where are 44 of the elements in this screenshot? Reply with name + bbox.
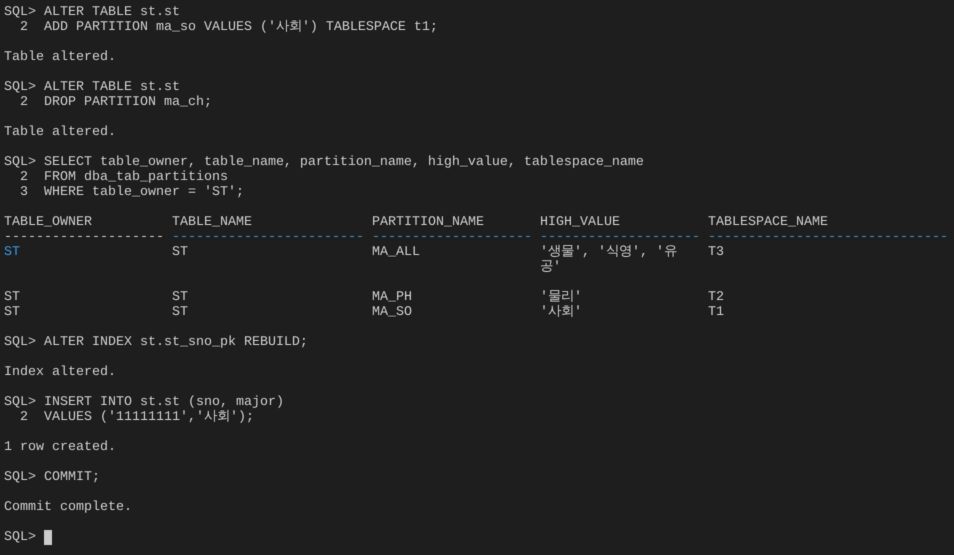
table-cell: ST: [172, 305, 188, 320]
table-cell: ST: [4, 245, 20, 260]
table-cell: ST: [172, 245, 188, 260]
table-cell: T2: [708, 290, 724, 305]
terminal-line: SQL> SELECT table_owner, table_name, partition_name, high_value, tablespace_name: [4, 155, 644, 170]
table-cell: '물리': [540, 290, 582, 305]
table-cell: 공': [540, 260, 561, 275]
column-header: HIGH_VALUE: [540, 215, 620, 230]
terminal-line: 2 DROP PARTITION ma_ch;: [18, 95, 212, 110]
terminal-line: SQL> ALTER TABLE st.st: [4, 80, 180, 95]
table-cell: ST: [4, 305, 20, 320]
terminal-line: 2 FROM dba_tab_partitions: [18, 170, 228, 185]
prompt: SQL>: [4, 530, 36, 545]
terminal-line: 1 row created.: [4, 440, 116, 455]
terminal-line: Commit complete.: [4, 500, 132, 515]
column-header: TABLE_NAME: [172, 215, 252, 230]
terminal-line: SQL> ALTER INDEX st.st_sno_pk REBUILD;: [4, 335, 308, 350]
column-header: TABLESPACE_NAME: [708, 215, 828, 230]
terminal-line: Table altered.: [4, 125, 116, 140]
table-cell: MA_ALL: [372, 245, 420, 260]
header-rule: --------------------: [540, 230, 700, 245]
table-cell: T3: [708, 245, 724, 260]
column-header: PARTITION_NAME: [372, 215, 484, 230]
header-rule: ------------------------: [172, 230, 364, 245]
table-cell: MA_SO: [372, 305, 412, 320]
header-rule: --------------------: [4, 230, 164, 245]
header-rule: ------------------------------: [708, 230, 948, 245]
column-header: TABLE_OWNER: [4, 215, 92, 230]
table-cell: ST: [4, 290, 20, 305]
table-cell: '사회': [540, 305, 582, 320]
terminal-line: SQL> COMMIT;: [4, 470, 100, 485]
cursor: [44, 530, 52, 545]
table-cell: T1: [708, 305, 724, 320]
terminal-line: 3 WHERE table_owner = 'ST';: [18, 185, 244, 200]
header-rule: --------------------: [372, 230, 532, 245]
terminal-line: Index altered.: [4, 365, 116, 380]
terminal-line: Table altered.: [4, 50, 116, 65]
table-cell: MA_PH: [372, 290, 412, 305]
terminal-line: SQL> INSERT INTO st.st (sno, major): [4, 395, 284, 410]
terminal-line: SQL> ALTER TABLE st.st: [4, 5, 180, 20]
terminal-line: 2 VALUES ('11111111','사회');: [18, 410, 254, 425]
table-cell: '생물', '식영', '유: [540, 245, 677, 260]
table-cell: ST: [172, 290, 188, 305]
terminal-line: 2 ADD PARTITION ma_so VALUES ('사회') TABLESPACE t1;: [18, 20, 438, 35]
